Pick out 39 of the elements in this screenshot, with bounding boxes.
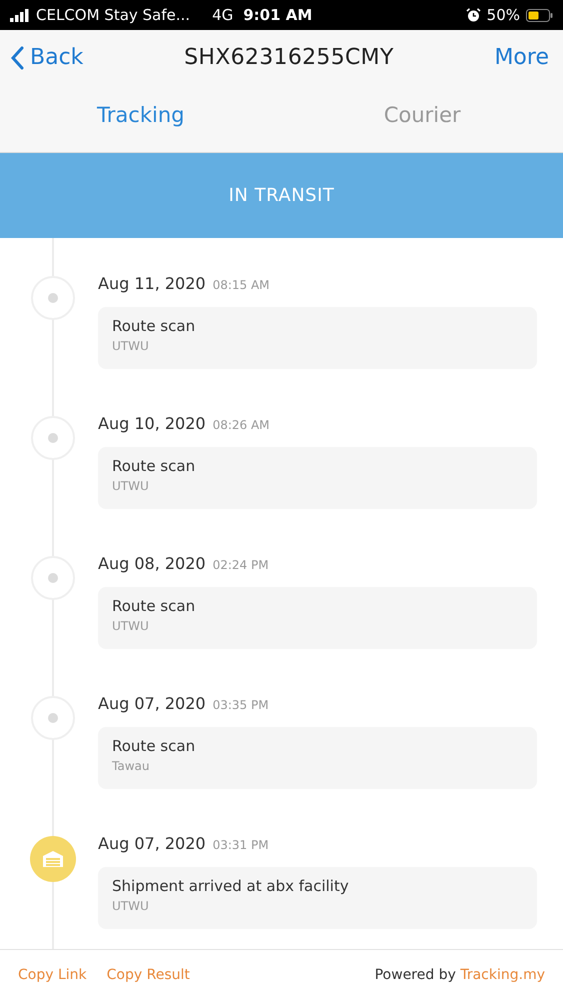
event-date: Aug 07, 2020 [98,694,206,713]
event-location: UTWU [112,899,150,913]
alarm-icon [466,8,481,22]
tab[interactable]: Tracking [0,85,282,152]
powered-by-text: Powered by Tracking.my [374,967,545,983]
clock-time: 9:01 AM [243,6,312,24]
chevron-left-icon [10,46,24,70]
copy-link[interactable]: Copy Result [106,967,190,983]
tracking-number-title: SHX62316255CMY [183,45,395,70]
event-date: Aug 07, 2020 [98,834,206,853]
status-banner: IN TRANSIT [0,153,563,238]
event-time: 02:24 PM [212,558,269,572]
more-button[interactable]: More [494,45,549,70]
event-title: Shipment arrived at abx facility [112,877,350,895]
event-time: 08:26 AM [212,418,270,432]
battery-icon [526,8,553,22]
event-time: 08:15 AM [212,278,270,292]
carrier-name: CELCOM Stay Safe... [36,6,190,24]
event-date: Aug 08, 2020 [98,554,206,573]
battery-percent: 50% [486,6,520,24]
event-location: Tawau [112,759,150,773]
event-title: Route scan [112,597,196,615]
event-date: Aug 10, 2020 [98,414,206,433]
event-location: UTWU [112,479,150,493]
event-title: Route scan [112,737,196,755]
copy-link[interactable]: Copy Link [18,967,87,983]
event-date: Aug 11, 2020 [98,274,206,293]
back-button[interactable]: Back [10,45,84,70]
network-type: 4G [212,6,234,24]
event-location: UTWU [112,339,150,353]
tab[interactable]: Courier [282,85,563,152]
event-title: Route scan [112,317,196,335]
signal-icon [10,8,30,22]
event-time: 03:31 PM [212,838,269,852]
event-time: 03:35 PM [212,698,269,712]
event-title: Route scan [112,457,196,475]
brand-link[interactable]: Tracking.my [460,967,545,983]
warehouse-icon [30,836,76,882]
event-location: UTWU [112,619,150,633]
